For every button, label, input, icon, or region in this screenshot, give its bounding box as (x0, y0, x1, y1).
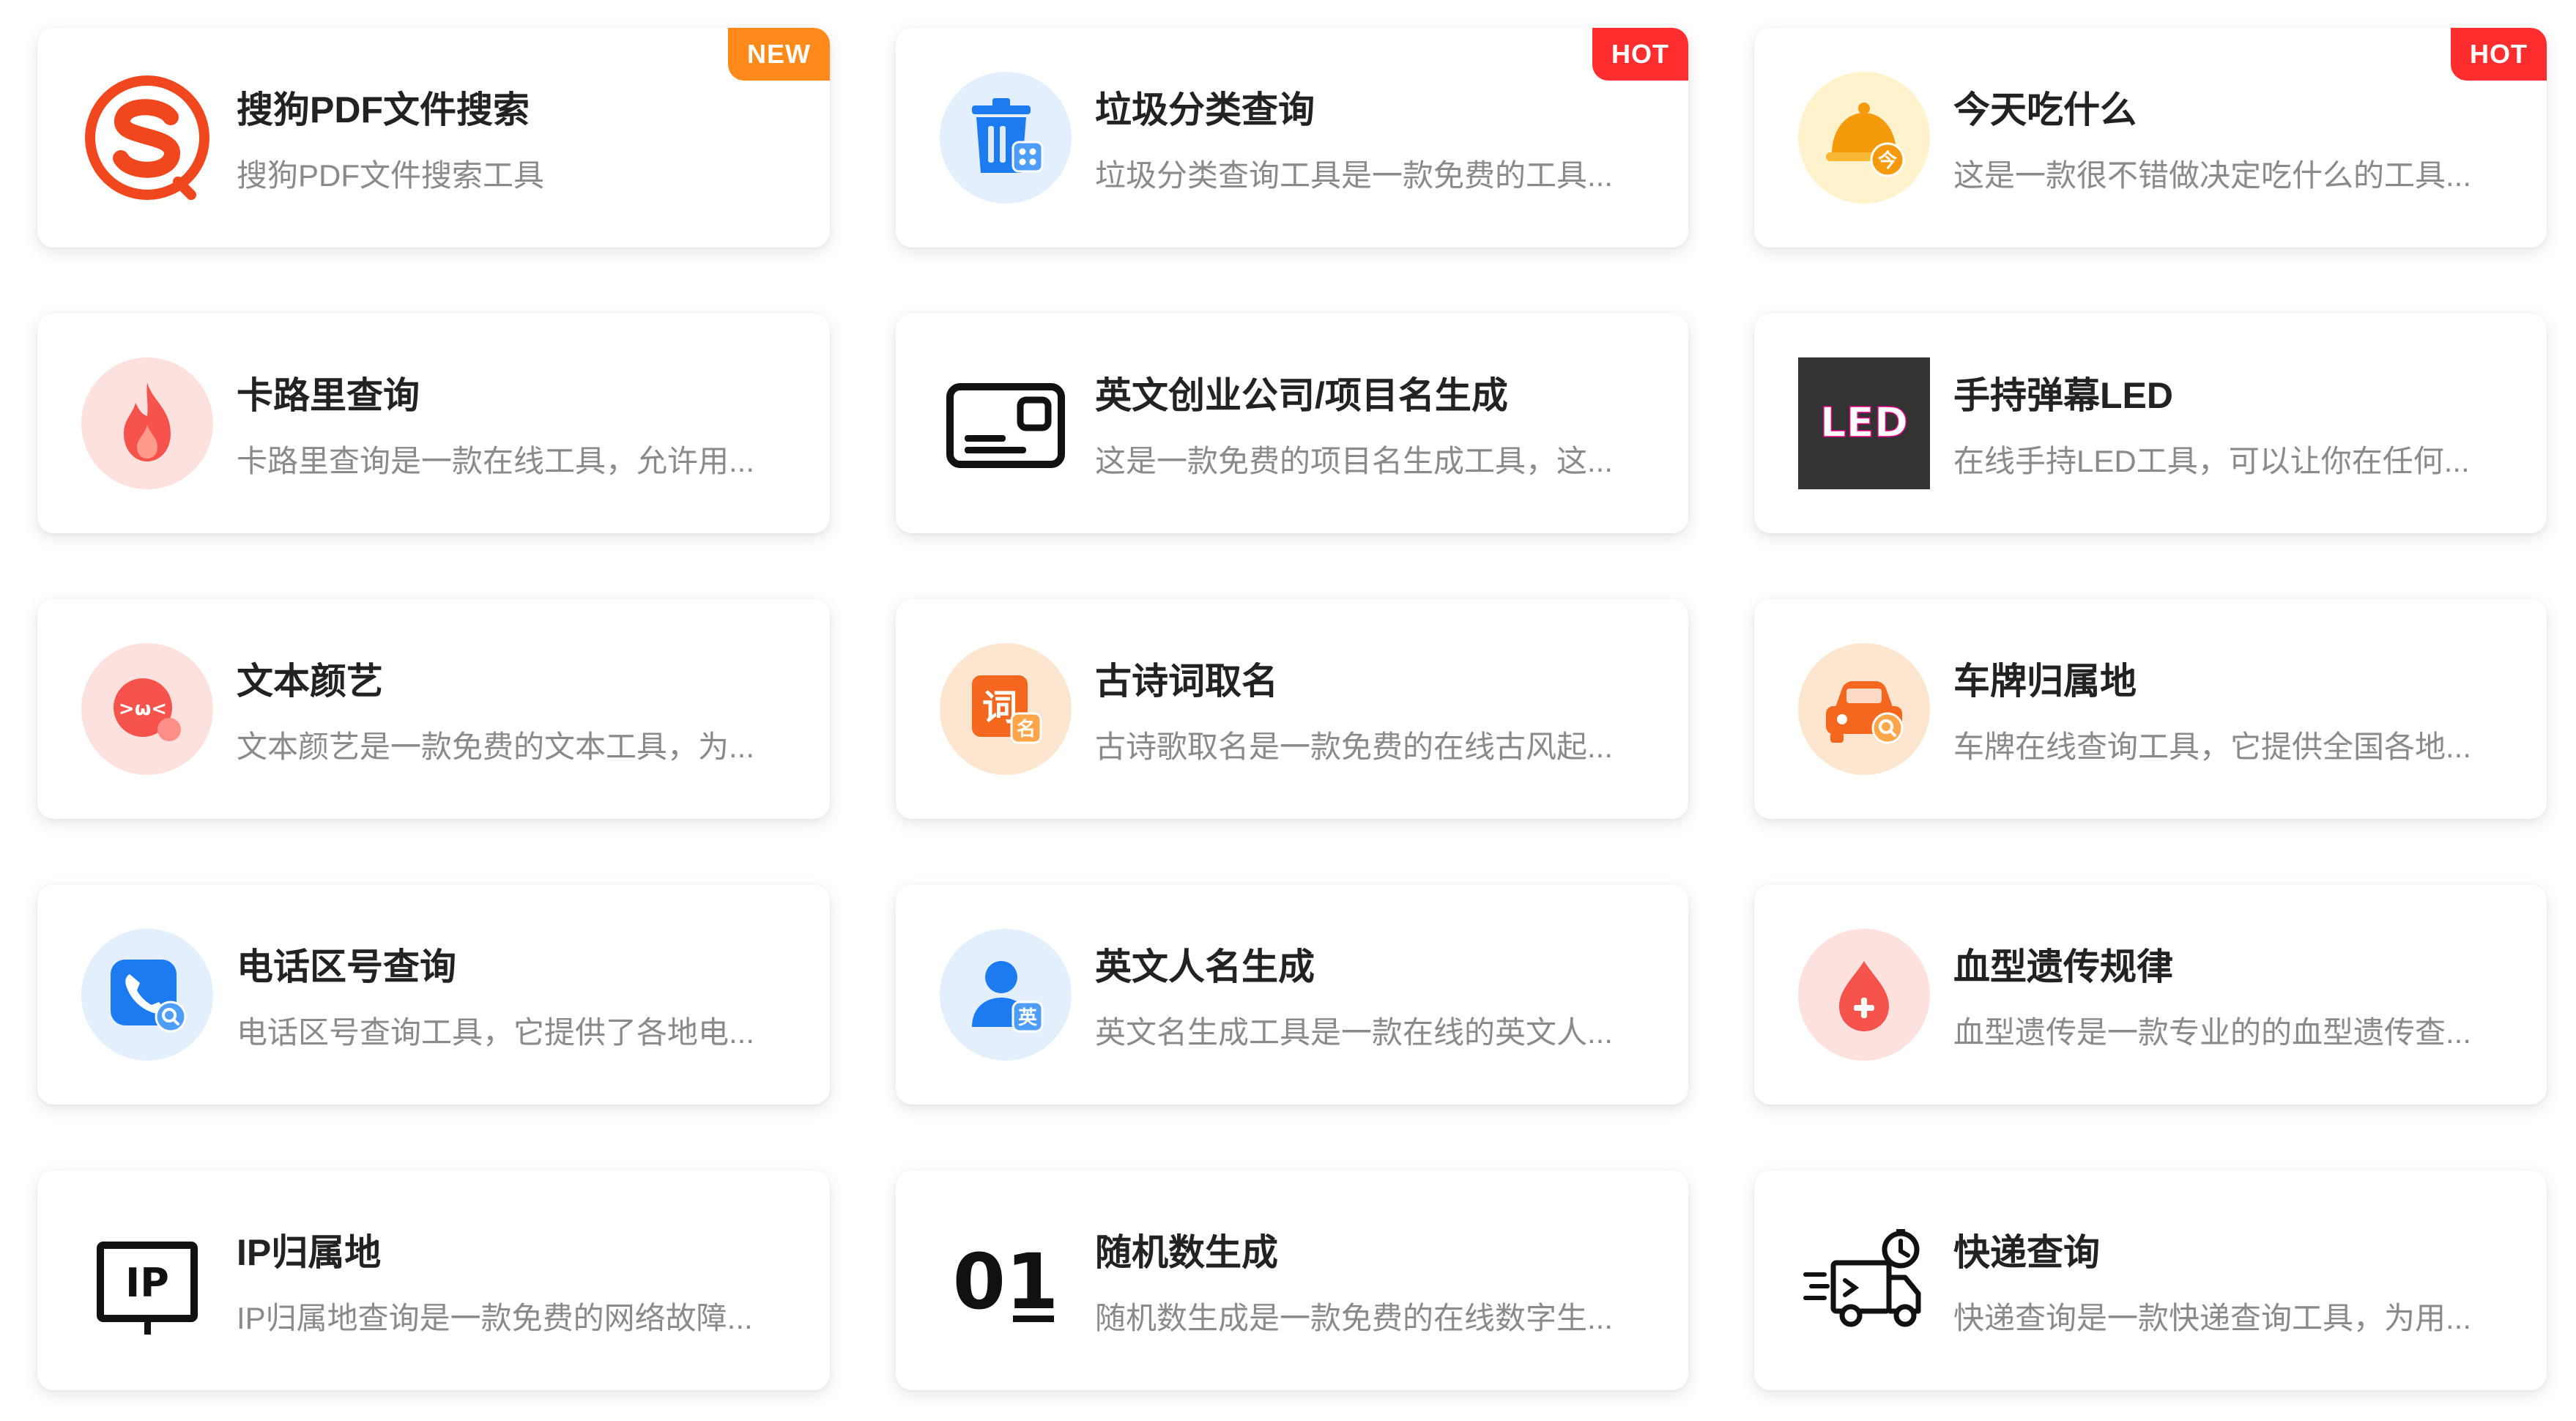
tool-desc: 电话区号查询工具，它提供了各地电... (237, 1015, 755, 1050)
id-card-icon (940, 357, 1072, 489)
svg-text:LED: LED (1820, 399, 1908, 447)
tool-desc: 卡路里查询是一款在线工具，允许用... (237, 444, 755, 478)
new-badge: NEW (728, 28, 830, 81)
hot-badge: HOT (1592, 28, 1688, 81)
tool-desc: IP归属地查询是一款免费的网络故障... (237, 1301, 753, 1335)
svg-text:IP: IP (125, 1260, 169, 1306)
svg-text:01: 01 (953, 1237, 1059, 1327)
tool-title: 英文人名生成 (1095, 946, 1315, 987)
tool-card-blood-type[interactable]: 血型遗传规律 血型遗传是一款专业的的血型遗传查... (1754, 885, 2547, 1105)
kaomoji-face-icon: >ω< (81, 643, 213, 775)
tool-desc: 英文名生成工具是一款在线的英文人... (1095, 1015, 1614, 1050)
tool-card-text-face[interactable]: >ω< 文本颜艺 文本颜艺是一款免费的文本工具，为... (37, 599, 830, 819)
tool-title: 快递查询 (1953, 1232, 2100, 1273)
car-search-icon (1798, 643, 1930, 775)
tool-card-startup-name[interactable]: 英文创业公司/项目名生成 这是一款免费的项目名生成工具，这... (896, 313, 1688, 533)
tool-card-english-name[interactable]: 英 英文人名生成 英文名生成工具是一款在线的英文人... (896, 885, 1688, 1105)
tool-card-random-number[interactable]: 01 随机数生成 随机数生成是一款免费的在线数字生... (896, 1170, 1688, 1390)
tool-card-calorie[interactable]: 卡路里查询 卡路里查询是一款在线工具，允许用... (37, 313, 830, 533)
food-cloche-icon: 今 (1798, 72, 1930, 204)
tool-card-what-to-eat[interactable]: 今 今天吃什么 这是一款很不错做决定吃什么的工具... HOT (1754, 28, 2547, 248)
tool-desc: 这是一款很不错做决定吃什么的工具... (1953, 158, 2472, 193)
flame-icon (81, 357, 213, 489)
tool-card-handheld-led[interactable]: LED 手持弹幕LED 在线手持LED工具，可以让你在任何... (1754, 313, 2547, 533)
tool-title: 随机数生成 (1095, 1232, 1278, 1273)
tool-title: 古诗词取名 (1095, 661, 1278, 702)
tool-desc: 随机数生成是一款免费的在线数字生... (1095, 1301, 1614, 1335)
svg-text:英: 英 (1018, 1007, 1038, 1029)
tool-title: 电话区号查询 (237, 946, 456, 987)
random-number-icon: 01 (940, 1214, 1072, 1346)
led-sign-icon: LED (1798, 357, 1930, 489)
tool-grid: 搜狗PDF文件搜索 搜狗PDF文件搜索工具 NEW 垃圾分类查询 垃圾分类查询工… (37, 28, 2547, 1390)
tool-desc: 快递查询是一款快递查询工具，为用... (1953, 1301, 2472, 1335)
tool-card-plate-location[interactable]: 车牌归属地 车牌在线查询工具，它提供全国各地... (1754, 599, 2547, 819)
blood-drop-icon (1798, 929, 1930, 1061)
tool-card-sogou-pdf[interactable]: 搜狗PDF文件搜索 搜狗PDF文件搜索工具 NEW (37, 28, 830, 248)
tool-card-ip-location[interactable]: IP IP归属地 IP归属地查询是一款免费的网络故障... (37, 1170, 830, 1390)
tool-card-express-tracking[interactable]: 快递查询 快递查询是一款快递查询工具，为用... (1754, 1170, 2547, 1390)
tool-title: 文本颜艺 (237, 661, 383, 702)
tool-title: 英文创业公司/项目名生成 (1095, 375, 1508, 416)
tool-title: 手持弹幕LED (1953, 375, 2173, 416)
tool-desc: 古诗歌取名是一款免费的在线古风起... (1095, 730, 1614, 764)
svg-text:名: 名 (1017, 718, 1036, 741)
tool-desc: 文本颜艺是一款免费的文本工具，为... (237, 730, 755, 764)
tool-desc: 搜狗PDF文件搜索工具 (237, 158, 545, 193)
tool-card-area-code[interactable]: 电话区号查询 电话区号查询工具，它提供了各地电... (37, 885, 830, 1105)
trash-bin-icon (940, 72, 1072, 204)
ip-sign-icon: IP (81, 1214, 213, 1346)
tool-title: 搜狗PDF文件搜索 (237, 89, 530, 130)
tool-title: 今天吃什么 (1953, 89, 2137, 130)
tool-card-garbage-sorting[interactable]: 垃圾分类查询 垃圾分类查询工具是一款免费的工具... HOT (896, 28, 1688, 248)
tool-title: IP归属地 (237, 1232, 382, 1273)
phone-search-icon (81, 929, 213, 1061)
tool-desc: 血型遗传是一款专业的的血型遗传查... (1953, 1015, 2472, 1050)
tool-desc: 在线手持LED工具，可以让你在任何... (1953, 444, 2470, 478)
svg-text:今: 今 (1878, 149, 1897, 172)
tool-desc: 车牌在线查询工具，它提供全国各地... (1953, 730, 2472, 764)
svg-text:>ω<: >ω< (119, 698, 167, 720)
tool-title: 车牌归属地 (1953, 661, 2137, 702)
person-english-icon: 英 (940, 929, 1072, 1061)
delivery-truck-icon (1798, 1214, 1930, 1346)
tool-desc: 垃圾分类查询工具是一款免费的工具... (1095, 158, 1614, 193)
sogou-logo-icon (81, 72, 213, 204)
tool-title: 血型遗传规律 (1953, 946, 2173, 987)
tool-card-poem-name[interactable]: 词 名 古诗词取名 古诗歌取名是一款免费的在线古风起... (896, 599, 1688, 819)
tool-title: 垃圾分类查询 (1095, 89, 1315, 130)
tool-title: 卡路里查询 (237, 375, 420, 416)
poem-name-icon: 词 名 (940, 643, 1072, 775)
hot-badge: HOT (2451, 28, 2547, 81)
tool-desc: 这是一款免费的项目名生成工具，这... (1095, 444, 1614, 478)
